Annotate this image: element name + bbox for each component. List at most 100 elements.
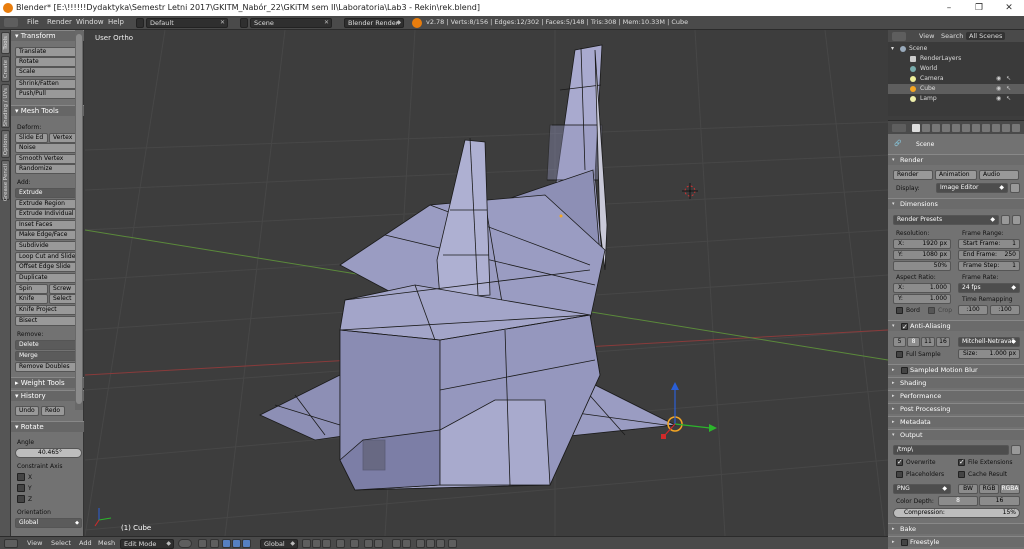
render-tab-icon[interactable] [912, 124, 920, 132]
start-frame-field[interactable]: Start Frame: 1 [958, 239, 1020, 249]
layout-select[interactable]: Default ✕ [146, 18, 228, 28]
transform-gizmo[interactable] [661, 382, 717, 439]
freestyle-panel-header[interactable]: ▸ Freestyle [888, 536, 1024, 547]
limit-selection-icon[interactable] [336, 539, 345, 548]
proportional-editing-icon[interactable] [350, 539, 359, 548]
visibility-eye-icon[interactable]: ◉ [996, 94, 1001, 104]
aa-size-field[interactable]: Size: 1.000 px [958, 349, 1020, 359]
border-checkbox[interactable] [896, 307, 903, 314]
translate-manipulator-icon[interactable] [222, 539, 231, 548]
edge-select-mode-icon[interactable] [312, 539, 321, 548]
knife-project-button[interactable]: Knife Project [15, 305, 82, 315]
redo-button[interactable]: Redo [41, 406, 65, 416]
resolution-y-field[interactable]: Y: 1080 px [893, 250, 951, 260]
weight-tools-panel-header[interactable]: ▸ Weight Tools [11, 377, 84, 388]
layers-icon[interactable] [426, 539, 435, 548]
menu-select[interactable]: Select [51, 539, 71, 547]
dimensions-panel-header[interactable]: ▾ Dimensions [888, 198, 1024, 209]
tab-tools[interactable]: Tools [1, 32, 10, 54]
properties-editor-type-icon[interactable] [892, 124, 906, 132]
extrude-region-button[interactable]: Extrude Region [15, 199, 82, 209]
constraint-y-checkbox[interactable] [17, 484, 25, 492]
tab-options[interactable]: Options [1, 130, 10, 158]
translate-button[interactable]: Translate [15, 47, 82, 57]
push-pull-button[interactable]: Push/Pull [15, 89, 82, 99]
spin-button[interactable]: Spin [15, 284, 48, 294]
outliner-row-world[interactable]: World [888, 64, 1024, 74]
menu-add[interactable]: Add [79, 539, 92, 547]
aspect-y-field[interactable]: Y: 1.000 [893, 294, 951, 304]
subdivide-button[interactable]: Subdivide [15, 241, 82, 251]
aa-samples-5[interactable]: 5 [893, 337, 906, 347]
visibility-eye-icon[interactable]: ◉ [996, 84, 1001, 94]
extrude-individual-button[interactable]: Extrude Individual [15, 209, 82, 219]
smooth-vertex-button[interactable]: Smooth Vertex [15, 154, 82, 164]
resolution-percentage-field[interactable]: 50% [893, 261, 951, 271]
selected-vertex[interactable] [559, 214, 563, 218]
scene-select[interactable]: Scene ✕ [250, 18, 332, 28]
randomize-button[interactable]: Randomize [15, 164, 82, 174]
vertex-select-mode-icon[interactable] [302, 539, 311, 548]
snap-element-icon[interactable] [374, 539, 383, 548]
tab-create[interactable]: Create [1, 56, 10, 82]
material-tab-icon[interactable] [992, 124, 1000, 132]
modifiers-tab-icon[interactable] [972, 124, 980, 132]
end-frame-field[interactable]: End Frame: 250 [958, 250, 1020, 260]
aa-samples-11[interactable]: 11 [921, 337, 935, 347]
audio-button[interactable]: Audio [979, 170, 1019, 180]
extra-toggle-icon[interactable] [448, 539, 457, 548]
anti-aliasing-panel-header[interactable]: ▾Anti-Aliasing [888, 320, 1024, 333]
outliner-row-cube[interactable]: Cube ◉ ↖ [888, 84, 1024, 94]
outliner-display-mode[interactable]: All Scenes [966, 32, 1006, 40]
metadata-panel-header[interactable]: ▸ Metadata [888, 416, 1024, 427]
anti-aliasing-checkbox[interactable] [901, 322, 908, 333]
viewport-shading-select[interactable] [178, 539, 192, 548]
delete-menu[interactable]: Delete◆ [15, 340, 82, 350]
world-tab-icon[interactable] [942, 124, 950, 132]
menu-window[interactable]: Window [76, 18, 104, 26]
editor-type-icon[interactable] [4, 539, 18, 548]
layout-icon[interactable] [136, 18, 144, 28]
face-select-mode-icon[interactable] [322, 539, 331, 548]
selectability-arrow-icon[interactable]: ↖ [1006, 94, 1011, 104]
history-panel-header[interactable]: ▾ History [11, 390, 84, 401]
output-path-field[interactable]: /tmp\ [893, 445, 1009, 455]
output-panel-header[interactable]: ▾ Output [888, 429, 1024, 440]
constraint-z-checkbox[interactable] [17, 495, 25, 503]
frame-rate-select[interactable]: 24 fps ◆ [958, 283, 1020, 293]
outliner-row-renderlayers[interactable]: RenderLayers [888, 54, 1024, 64]
orientation-select[interactable]: Global ◆ [15, 518, 82, 528]
aa-samples-16[interactable]: 16 [936, 337, 950, 347]
aa-samples-8[interactable]: 8 [907, 337, 920, 347]
outliner-row-camera[interactable]: Camera ◉ ↖ [888, 74, 1024, 84]
animation-button[interactable]: Animation [935, 170, 977, 180]
loop-cut-slide-button[interactable]: Loop Cut and Slide [15, 252, 82, 262]
time-remap-new-field[interactable]: :100 [990, 305, 1020, 315]
overwrite-checkbox[interactable] [896, 458, 903, 466]
add-preset-button[interactable] [1001, 215, 1010, 225]
file-format-select[interactable]: PNG ◆ [893, 484, 951, 494]
color-depth-16-button[interactable]: 16 [979, 496, 1020, 506]
resolution-x-field[interactable]: X: 1920 px [893, 239, 951, 249]
outliner-menu-view[interactable]: View [916, 32, 937, 40]
display-lock-icon[interactable] [1010, 183, 1020, 193]
color-rgba-button[interactable]: RGBA [1000, 484, 1020, 494]
maximize-button[interactable]: ❐ [964, 0, 994, 16]
extrude-menu[interactable]: Extrude◆ [15, 188, 82, 198]
menu-view[interactable]: View [27, 539, 42, 547]
motion-blur-checkbox[interactable] [901, 367, 908, 374]
inset-faces-button[interactable]: Inset Faces [15, 220, 82, 230]
freestyle-checkbox[interactable] [901, 539, 908, 546]
manipulator-toggle-icon[interactable] [210, 539, 219, 548]
scale-manipulator-icon[interactable] [242, 539, 251, 548]
opengl-render-icon[interactable] [392, 539, 401, 548]
tab-shading-uvs[interactable]: Shading / UVs [1, 84, 10, 128]
collapse-icon[interactable]: ▾ [891, 44, 894, 54]
render-panel-header[interactable]: ▾ Render [888, 154, 1024, 165]
rotate-button[interactable]: Rotate [15, 57, 82, 67]
angle-field[interactable]: 40.465° [15, 448, 82, 458]
menu-file[interactable]: File [27, 18, 39, 26]
menu-render[interactable]: Render [47, 18, 72, 26]
pivot-point-icon[interactable] [198, 539, 207, 548]
close-button[interactable]: ✕ [994, 0, 1024, 16]
